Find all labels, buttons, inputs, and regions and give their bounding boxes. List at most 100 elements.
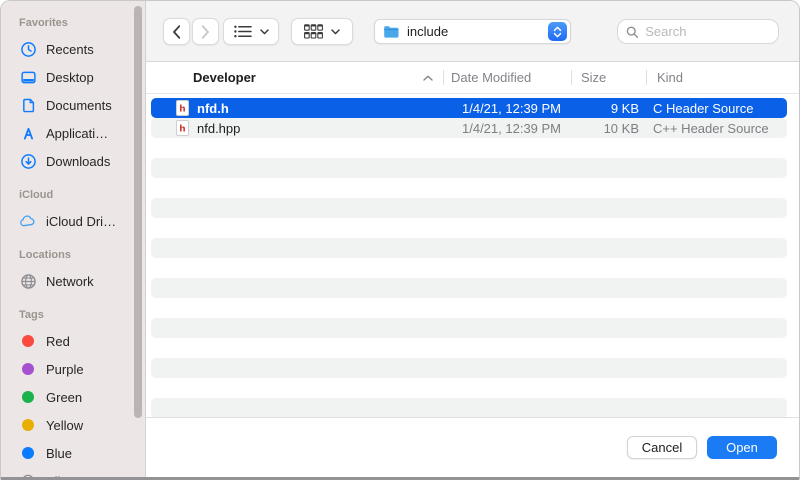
search-icon — [626, 25, 638, 39]
file-date-modified: 1/4/21, 12:39 PM — [443, 121, 571, 136]
sidebar-item-label: Network — [46, 274, 94, 289]
empty-row — [151, 238, 787, 258]
empty-row — [151, 278, 787, 298]
circle-outline-icon — [19, 474, 37, 477]
empty-row — [151, 358, 787, 378]
empty-row — [151, 198, 787, 218]
sidebar-item-label: All Tags — [46, 474, 91, 478]
globe-icon — [19, 273, 37, 290]
sidebar: Favorites Recents Desktop Documents — [1, 1, 146, 477]
sidebar-item-desktop[interactable]: Desktop — [19, 63, 145, 91]
tag-dot-purple — [19, 363, 37, 375]
desktop-icon — [19, 69, 37, 86]
open-button[interactable]: Open — [707, 436, 777, 459]
sidebar-item-tag-green[interactable]: Green — [19, 383, 145, 411]
empty-row — [151, 258, 787, 278]
sidebar-item-applications[interactable]: Applicati… — [19, 119, 145, 147]
group-view-button[interactable] — [291, 18, 353, 45]
empty-row — [151, 398, 787, 418]
dialog-footer: Cancel Open — [146, 418, 799, 477]
grid-view-icon — [304, 24, 323, 39]
file-name: nfd.h — [197, 101, 229, 116]
file-name: nfd.hpp — [197, 121, 240, 136]
svg-text:h: h — [179, 125, 185, 135]
sidebar-item-tag-red[interactable]: Red — [19, 327, 145, 355]
file-date-modified: 1/4/21, 12:39 PM — [443, 101, 571, 116]
sidebar-item-downloads[interactable]: Downloads — [19, 147, 145, 175]
sidebar-scrollbar[interactable] — [134, 6, 142, 418]
back-button[interactable] — [163, 18, 190, 45]
chevron-down-icon — [260, 29, 269, 35]
sidebar-item-tag-yellow[interactable]: Yellow — [19, 411, 145, 439]
column-header-size[interactable]: Size — [571, 62, 646, 93]
clock-icon — [19, 41, 37, 58]
sidebar-item-label: Yellow — [46, 418, 83, 433]
section-label: iCloud — [19, 189, 145, 201]
tag-dot-blue — [19, 447, 37, 459]
main-panel: include Developer Date Modified Size Kin… — [146, 1, 799, 477]
tag-dot-red — [19, 335, 37, 347]
sidebar-item-label: Blue — [46, 446, 72, 461]
list-view-icon — [234, 25, 252, 38]
sidebar-item-icloud-drive[interactable]: iCloud Dri… — [19, 207, 145, 235]
empty-row — [151, 318, 787, 338]
sidebar-item-label: Green — [46, 390, 82, 405]
folder-icon — [383, 25, 400, 39]
sidebar-item-label: Recents — [46, 42, 94, 57]
chevron-left-icon — [172, 25, 181, 39]
sidebar-item-tag-blue[interactable]: Blue — [19, 439, 145, 467]
sidebar-item-tag-purple[interactable]: Purple — [19, 355, 145, 383]
file-row-nfd-hpp[interactable]: h nfd.hpp 1/4/21, 12:39 PM 10 KB C++ Hea… — [151, 118, 787, 138]
empty-row — [151, 178, 787, 198]
tag-dot-green — [19, 391, 37, 403]
sidebar-section-locations: Locations Network — [19, 249, 145, 295]
cpp-header-file-icon: h — [176, 120, 189, 136]
sidebar-item-label: Documents — [46, 98, 112, 113]
folder-popup-value: include — [407, 24, 548, 39]
empty-row — [151, 218, 787, 238]
download-circle-icon — [19, 153, 37, 170]
sidebar-item-label: Desktop — [46, 70, 94, 85]
sidebar-item-documents[interactable]: Documents — [19, 91, 145, 119]
forward-button[interactable] — [192, 18, 219, 45]
empty-row — [151, 298, 787, 318]
sidebar-section-tags: Tags Red Purple Green Yellow Blue — [19, 309, 145, 477]
document-icon — [19, 97, 37, 114]
svg-text:h: h — [179, 105, 185, 115]
list-view-button[interactable] — [223, 18, 279, 45]
file-kind: C Header Source — [646, 101, 787, 116]
column-header-developer[interactable]: Developer — [151, 62, 443, 93]
file-size: 10 KB — [571, 121, 646, 136]
file-row-nfd-h[interactable]: h nfd.h 1/4/21, 12:39 PM 9 KB C Header S… — [151, 98, 787, 118]
section-label: Tags — [19, 309, 145, 321]
sidebar-item-label: Red — [46, 334, 70, 349]
tag-dot-yellow — [19, 419, 37, 431]
search-field[interactable] — [617, 19, 779, 44]
search-input[interactable] — [643, 23, 770, 40]
applications-icon — [19, 125, 37, 142]
empty-row — [151, 158, 787, 178]
sidebar-item-all-tags[interactable]: All Tags — [19, 467, 145, 477]
folder-popup-menu[interactable]: include — [374, 19, 571, 44]
column-header-date-modified[interactable]: Date Modified — [443, 62, 571, 93]
cancel-button[interactable]: Cancel — [627, 436, 697, 459]
section-label: Favorites — [19, 17, 145, 29]
file-kind: C++ Header Source — [646, 121, 787, 136]
sidebar-item-label: Downloads — [46, 154, 110, 169]
popup-stepper-icon — [548, 22, 567, 41]
sidebar-item-label: Applicati… — [46, 126, 108, 141]
toolbar: include — [146, 1, 799, 62]
file-size: 9 KB — [571, 101, 646, 116]
sidebar-item-label: Purple — [46, 362, 84, 377]
chevron-down-icon — [331, 29, 340, 35]
c-header-file-icon: h — [176, 100, 189, 116]
file-open-dialog: Favorites Recents Desktop Documents — [0, 0, 800, 480]
column-header-kind[interactable]: Kind — [646, 62, 787, 93]
chevron-right-icon — [201, 25, 210, 39]
empty-row — [151, 138, 787, 158]
sidebar-item-recents[interactable]: Recents — [19, 35, 145, 63]
sidebar-section-icloud: iCloud iCloud Dri… — [19, 189, 145, 235]
empty-row — [151, 338, 787, 358]
sidebar-item-network[interactable]: Network — [19, 267, 145, 295]
sidebar-section-favorites: Favorites Recents Desktop Documents — [19, 17, 145, 175]
